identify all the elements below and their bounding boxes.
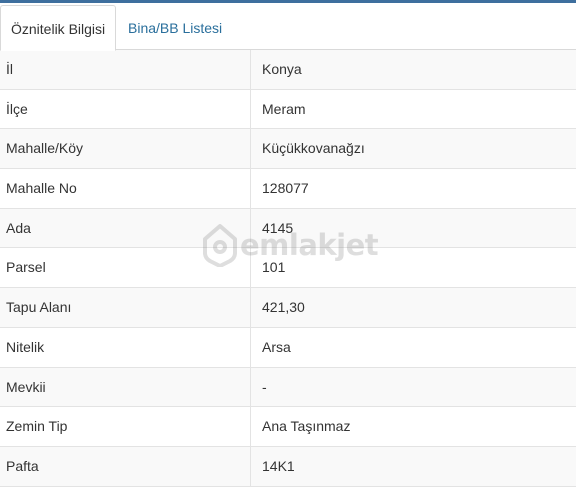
row-value: 14K1 xyxy=(262,457,295,474)
row-key: Zemin Tip xyxy=(0,407,251,446)
row-value: Konya xyxy=(262,61,302,77)
row-value: 421,30 xyxy=(262,299,305,316)
row-key: Ada xyxy=(0,208,251,248)
table-row: Mevkii - xyxy=(0,367,576,408)
row-value: Küçükkovanağzı xyxy=(262,140,365,157)
row-key: Pafta xyxy=(0,446,251,486)
tab-oznitelik-bilgisi[interactable]: Öznitelik Bilgisi xyxy=(0,5,116,51)
tab-bar: Öznitelik Bilgisi Bina/BB Listesi xyxy=(0,3,576,51)
row-key: Parsel xyxy=(0,248,251,288)
table-row: Ada 4145 xyxy=(0,208,576,249)
tab-bina-bb-listesi[interactable]: Bina/BB Listesi xyxy=(128,5,222,51)
row-key: Mevkii xyxy=(0,367,251,407)
table-row: İl Konya xyxy=(0,50,576,90)
row-key: Nitelik xyxy=(0,327,251,367)
table-row: Tapu Alanı 421,30 xyxy=(0,288,576,328)
table-row: Nitelik Arsa xyxy=(0,327,576,368)
table-row: İlçe Meram xyxy=(0,89,576,130)
row-value: 4145 xyxy=(262,219,294,236)
row-key: Mahalle No xyxy=(0,169,251,208)
row-value: Meram xyxy=(262,100,306,117)
table-row: Mahalle/Köy Küçükkovanağzı xyxy=(0,129,576,170)
row-value: 128077 xyxy=(262,180,309,197)
row-value: - xyxy=(262,378,267,395)
table-row: Zemin Tip Ana Taşınmaz xyxy=(0,407,576,447)
table-row: Parsel 101 xyxy=(0,248,576,289)
row-value: Ana Taşınmaz xyxy=(262,418,351,435)
row-value: 101 xyxy=(262,259,286,276)
row-key: Tapu Alanı xyxy=(0,288,251,327)
table-row: Mahalle No 128077 xyxy=(0,169,576,209)
row-key: Mahalle/Köy xyxy=(0,129,251,169)
row-key: İlçe xyxy=(0,89,251,129)
attribute-table: İl Konya İlçe Meram Mahalle/Köy Küçükkov… xyxy=(0,50,576,487)
row-value: Arsa xyxy=(262,338,291,355)
row-key: İl xyxy=(0,50,251,89)
table-row: Pafta 14K1 xyxy=(0,446,576,487)
